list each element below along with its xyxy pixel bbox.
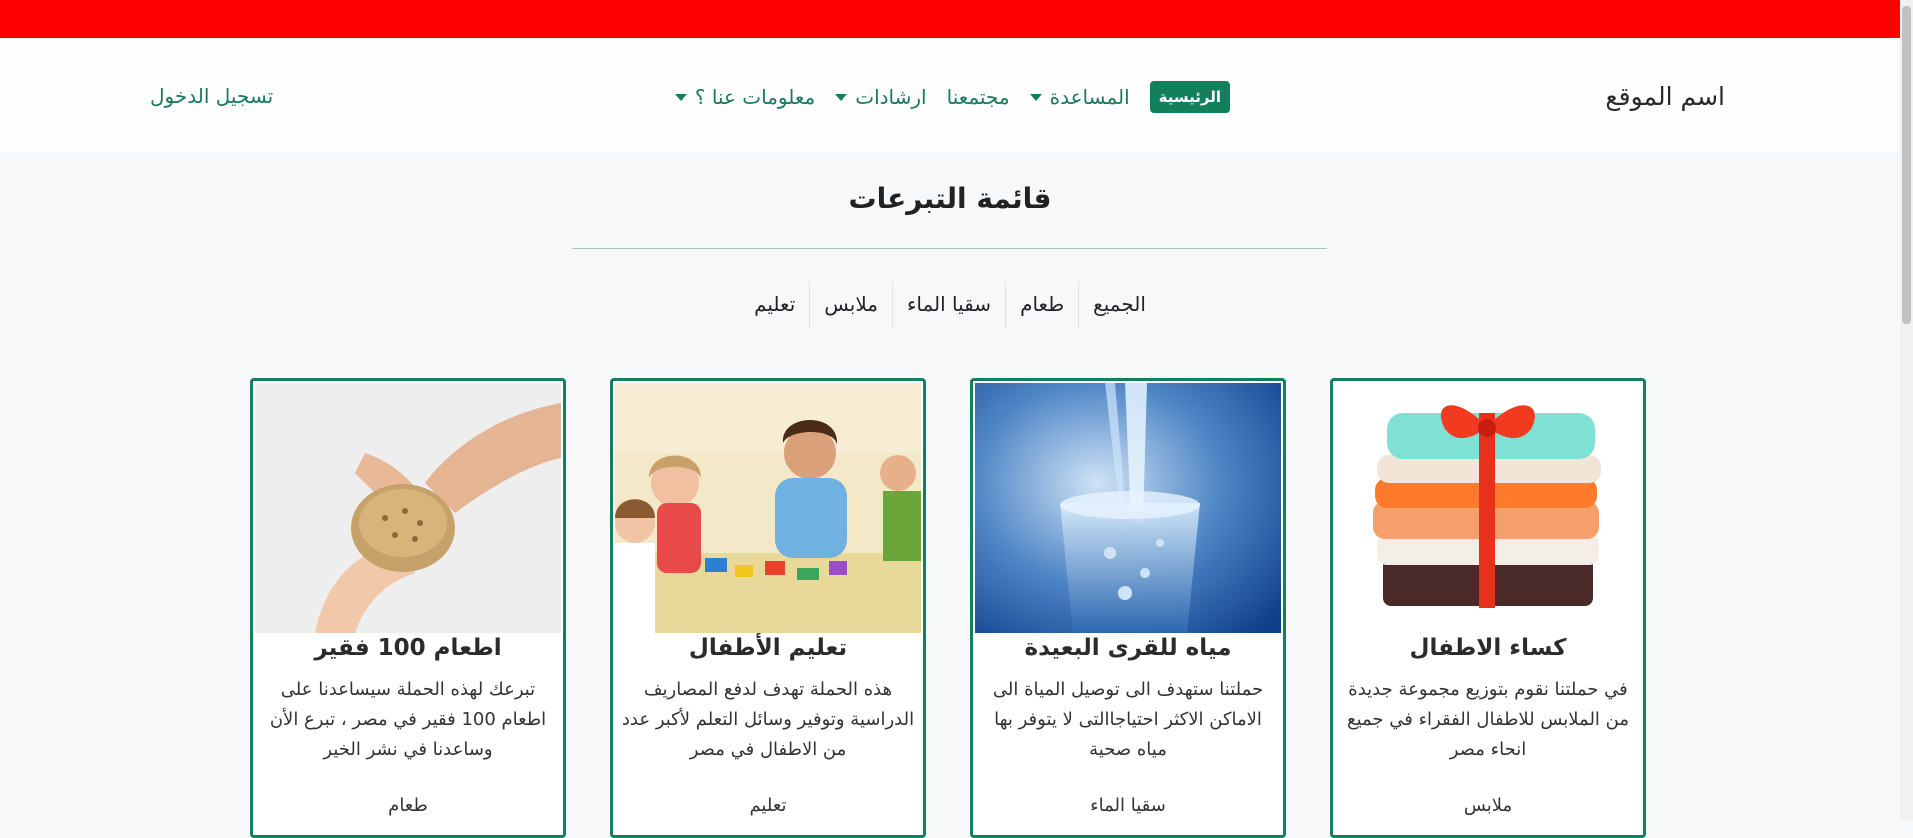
navbar: اسم الموقع الرئيسية المساعدة مجتمعنا ارش… — [0, 38, 1900, 152]
main-nav: الرئيسية المساعدة مجتمعنا ارشادات معلوما… — [660, 78, 1230, 116]
nav-item-about[interactable]: معلومات عنا ؟ — [674, 85, 816, 109]
scrollbar-thumb[interactable] — [1902, 6, 1911, 324]
login-link[interactable]: تسجيل الدخول — [150, 84, 273, 108]
card-title: مياه للقرى البعيدة — [1024, 635, 1232, 661]
children-classroom-image — [615, 383, 921, 633]
page-title: قائمة التبرعات — [848, 182, 1052, 215]
card-category: طعام — [388, 795, 428, 816]
card-title: كساء الاطفال — [1409, 635, 1567, 661]
title-divider — [572, 248, 1327, 249]
card-title: اطعام 100 فقير — [314, 635, 502, 661]
card-description: حملتنا ستهدف الى توصيل المياة الى الاماك… — [992, 679, 1264, 760]
card-category: تعليم — [749, 795, 787, 816]
nav-item-label: معلومات عنا ؟ — [694, 85, 816, 109]
caret-down-icon — [835, 93, 848, 101]
nav-item-community[interactable]: مجتمعنا — [947, 85, 1010, 109]
filter-education[interactable]: تعليم — [740, 282, 809, 328]
nav-item-label: ارشادات — [855, 85, 927, 109]
nav-item-guidelines[interactable]: ارشادات — [835, 85, 927, 109]
category-filters: الجميع طعام سقيا الماء ملابس تعليم — [0, 282, 1900, 328]
bread-sharing-image — [255, 383, 561, 633]
folded-clothes-image — [1335, 383, 1641, 633]
filter-clothes[interactable]: ملابس — [809, 282, 892, 328]
nav-item-home[interactable]: الرئيسية — [1149, 81, 1230, 113]
donation-card-food[interactable]: اطعام 100 فقير تبرعك لهذه الحملة سيساعدن… — [250, 378, 566, 838]
card-description: تبرعك لهذه الحملة سيساعدنا على اطعام 100… — [269, 679, 547, 760]
donation-card-education[interactable]: تعليم الأطفال هذه الحملة تهدف لدفع المصا… — [610, 378, 926, 838]
filter-water[interactable]: سقيا الماء — [891, 282, 1005, 328]
nav-item-label: المساعدة — [1049, 85, 1130, 109]
nav-item-help[interactable]: المساعدة — [1029, 85, 1130, 109]
card-description: هذه الحملة تهدف لدفع المصاريف الدراسية و… — [621, 679, 915, 760]
nav-item-label: الرئيسية — [1158, 88, 1221, 106]
caret-down-icon — [674, 93, 687, 101]
card-category: سقيا الماء — [1090, 795, 1166, 816]
donation-card-clothes[interactable]: كساء الاطفال في حملتنا نقوم بتوزيع مجموع… — [1330, 378, 1646, 838]
water-glass-image — [975, 383, 1281, 633]
filter-food[interactable]: طعام — [1005, 282, 1078, 328]
nav-item-label: مجتمعنا — [946, 85, 1010, 109]
site-brand[interactable]: اسم الموقع — [1605, 82, 1725, 111]
top-red-bar — [0, 0, 1900, 38]
donation-card-water[interactable]: مياه للقرى البعيدة حملتنا ستهدف الى توصي… — [970, 378, 1286, 838]
vertical-scrollbar[interactable] — [1900, 0, 1913, 821]
card-title: تعليم الأطفال — [688, 635, 848, 661]
caret-down-icon — [1029, 93, 1042, 101]
card-category: ملابس — [1463, 795, 1513, 816]
filter-all[interactable]: الجميع — [1078, 282, 1160, 328]
card-description: في حملتنا نقوم بتوزيع مجموعة جديدة من ال… — [1346, 679, 1629, 760]
